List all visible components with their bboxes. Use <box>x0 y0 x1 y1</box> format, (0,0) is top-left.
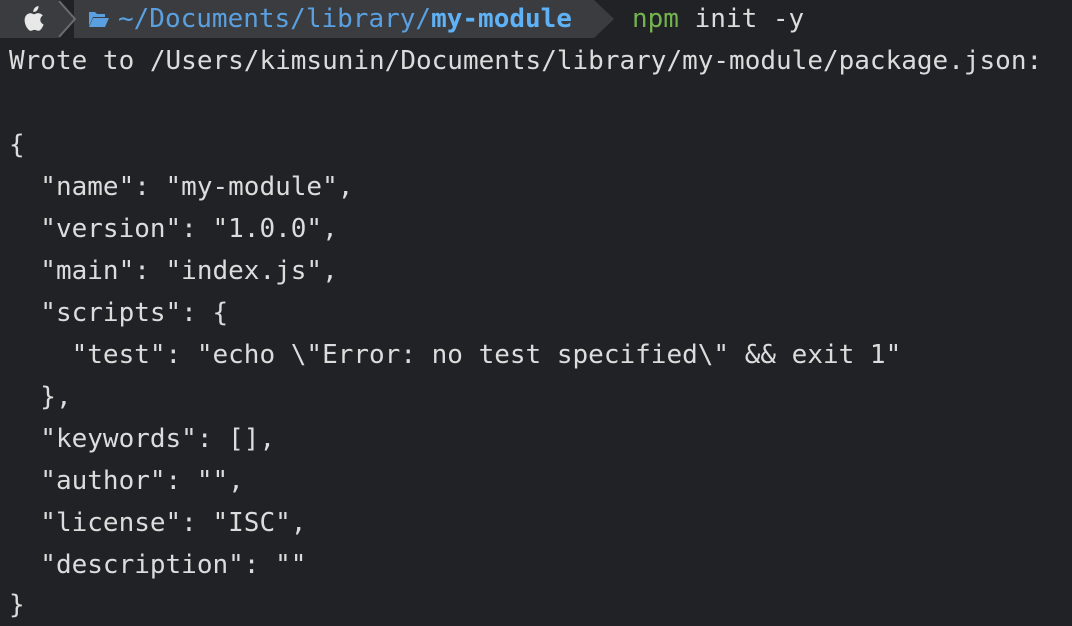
output-json-line: "scripts": { <box>9 298 229 328</box>
path-current-directory: my-module <box>431 4 572 34</box>
prompt-segment-arrow-end <box>594 0 614 38</box>
output-wrote-line: Wrote to /Users/kimsunin/Documents/libra… <box>9 46 1043 76</box>
folder-open-icon <box>89 12 109 27</box>
output-json-line: "test": "echo \"Error: no test specified… <box>9 340 902 370</box>
prompt-path: ~/Documents/library/my-module <box>118 0 572 38</box>
terminal-window[interactable]: ~/Documents/library/my-module npm init -… <box>0 0 1072 626</box>
output-json-line: }, <box>9 382 72 412</box>
path-prefix: ~/Documents/library/ <box>118 4 432 34</box>
output-json-line: "author": "", <box>9 466 244 496</box>
output-json-line: "main": "index.js", <box>9 256 338 286</box>
output-json-line: "version": "1.0.0", <box>9 214 338 244</box>
prompt-os-segment <box>0 0 58 38</box>
command-name: npm <box>632 4 679 34</box>
output-json-line: "keywords": [], <box>9 424 276 454</box>
output-json-line: "name": "my-module", <box>9 172 354 202</box>
command-args: init -y <box>678 4 805 34</box>
prompt-bar: ~/Documents/library/my-module npm init -… <box>0 0 1072 38</box>
output-json-line: } <box>9 590 25 620</box>
command-line: npm init -y <box>632 0 804 38</box>
segment-separator-icon <box>58 0 77 38</box>
apple-icon <box>24 6 44 31</box>
output-json-line: { <box>9 130 25 160</box>
output-json-line: "license": "ISC", <box>9 508 307 538</box>
output-json-line: "description": "" <box>9 550 307 580</box>
